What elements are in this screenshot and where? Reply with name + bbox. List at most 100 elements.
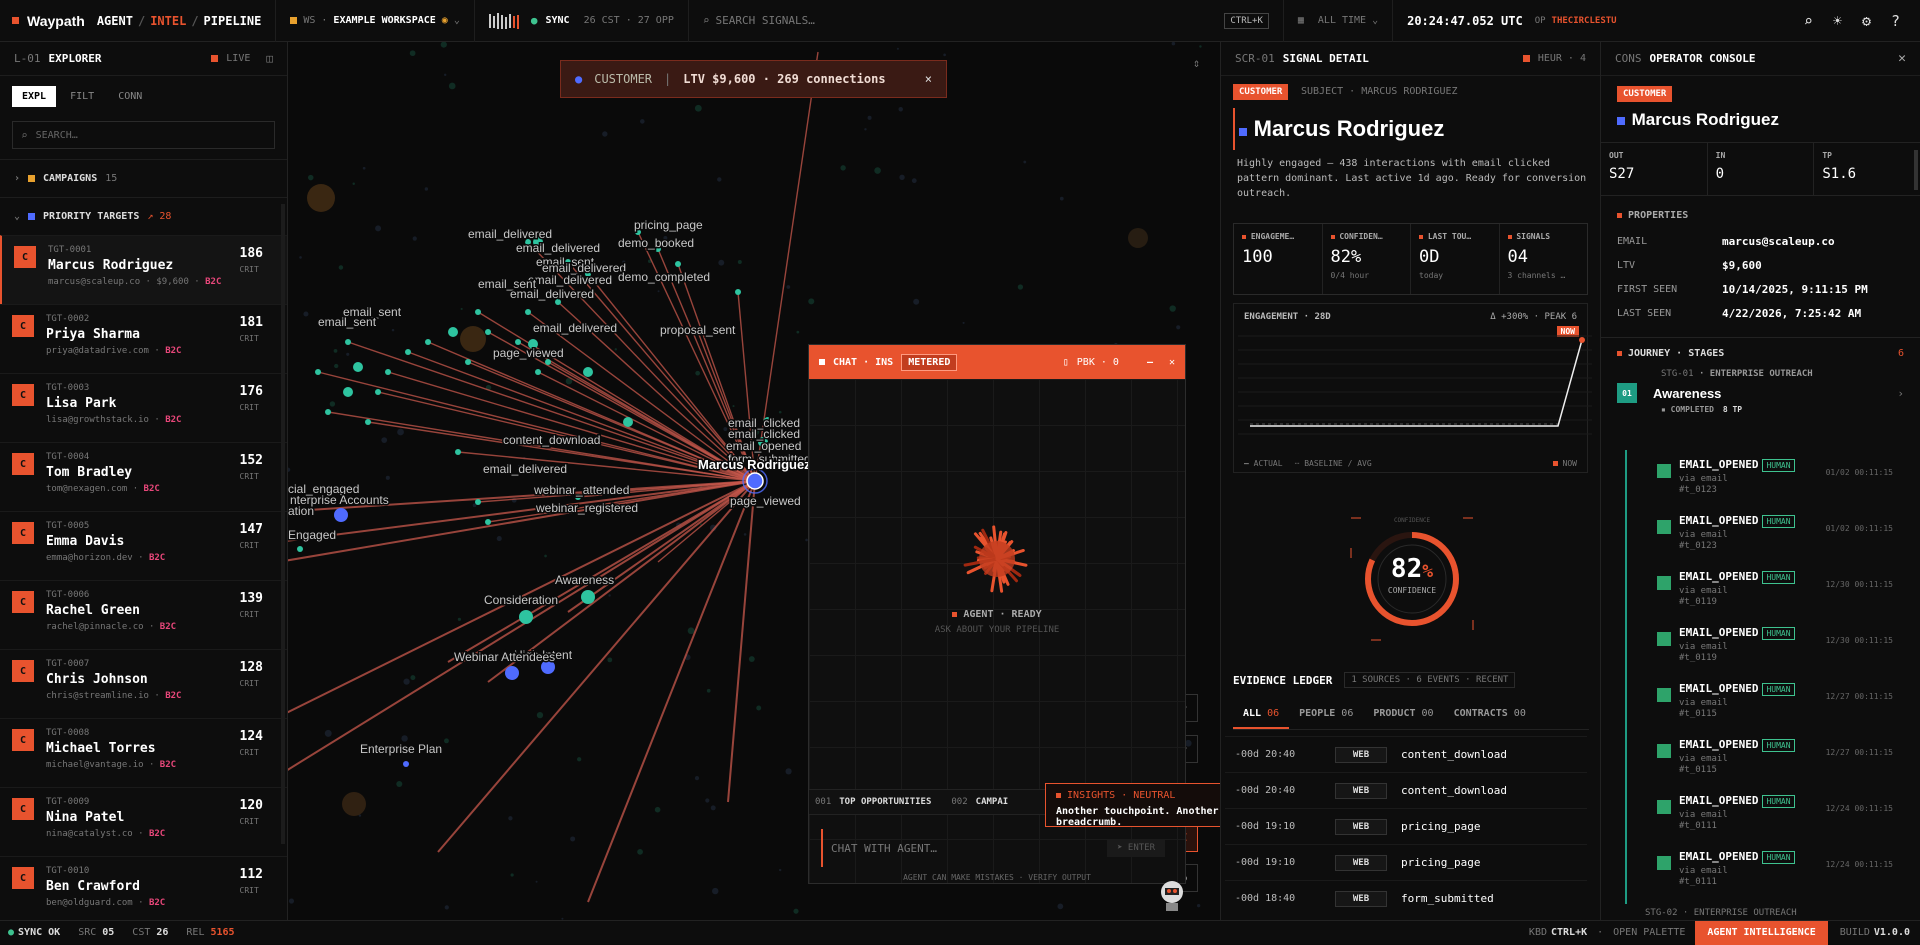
stage-node[interactable] [297,546,303,552]
graph-node[interactable] [475,309,481,315]
campaigns-section[interactable]: › CAMPAIGNS 15 [0,159,287,197]
graph-node[interactable] [583,367,593,377]
pin-icon[interactable]: ⇕ [1193,56,1200,70]
stage-event[interactable]: EMAIL_OPENED HUMAN via email #t_0119 12/30 0… [1601,618,1920,674]
chip-top-opportunities[interactable]: TOP OPPORTUNITIES [839,797,931,807]
target-item[interactable]: C TGT-0002 Priya Sharma priya@datadrive.… [0,304,287,373]
gear-icon[interactable]: ⚙ [1862,12,1871,30]
close-icon[interactable]: ✕ [1898,51,1906,66]
center-node[interactable] [746,472,764,490]
signal-search-input[interactable]: SEARCH SIGNALS… [716,14,815,27]
target-item[interactable]: C TGT-0004 Tom Bradley tom@nexagen.com ·… [0,442,287,511]
target-item[interactable]: C TGT-0001 Marcus Rodriguez marcus@scale… [0,235,287,304]
theme-toggle-icon[interactable]: ☀ [1833,12,1842,30]
property-key: LTV [1617,259,1636,271]
journey-header[interactable]: JOURNEY · STAGES 6 [1601,337,1920,369]
stage-node[interactable] [505,666,519,680]
tab-filt[interactable]: FILT [60,86,104,107]
graph-node[interactable] [345,339,351,345]
chevron-right-icon[interactable]: › [1897,387,1904,400]
ledger-tab[interactable]: ALL 06 [1233,702,1290,729]
workspace-selector[interactable]: WS · EXAMPLE WORKSPACE ◉ ⌄ [275,0,474,42]
graph-node[interactable] [325,409,331,415]
next-stage[interactable]: STG-02 · ENTERPRISE OUTREACH [1645,908,1797,918]
open-palette-link[interactable]: OPEN PALETTE [1613,927,1685,938]
robot-avatar-icon[interactable] [1157,878,1187,912]
playbook-count[interactable]: PBK · 0 [1077,357,1119,368]
graph-node[interactable] [425,339,431,345]
explorer-search[interactable]: ⌕ SEARCH… [12,121,275,149]
help-icon[interactable]: ? [1891,12,1900,30]
breadcrumb-pipeline[interactable]: PIPELINE [204,14,262,28]
close-icon[interactable]: ✕ [1169,357,1175,368]
graph-node[interactable] [735,289,741,295]
stage-node[interactable] [519,610,533,624]
chip-campaigns[interactable]: CAMPAI [976,797,1009,807]
target-item[interactable]: C TGT-0008 Michael Torres michael@vantag… [0,718,287,787]
target-item[interactable]: C TGT-0007 Chris Johnson chris@streamlin… [0,649,287,718]
target-item[interactable]: C TGT-0005 Emma Davis emma@horizon.dev ·… [0,511,287,580]
ledger-row[interactable]: -00d 19:10 WEB pricing_page [1225,808,1587,844]
graph-node[interactable] [465,359,471,365]
target-item[interactable]: C TGT-0006 Rachel Green rachel@pinnacle.… [0,580,287,649]
stage-event[interactable]: EMAIL_OPENED HUMAN via email #t_0119 12/30 0… [1601,562,1920,618]
target-item[interactable]: C TGT-0003 Lisa Park lisa@growthstack.io… [0,373,287,442]
minimize-icon[interactable]: – [1147,357,1153,368]
priority-section[interactable]: ⌄ PRIORITY TARGETS ↗ 28 [0,197,287,235]
signal-search[interactable]: ⌕ SEARCH SIGNALS… CTRL+K [687,0,1283,42]
graph-node[interactable] [365,419,371,425]
breadcrumb-intel[interactable]: INTEL [150,14,186,28]
time-range-selector[interactable]: ▦ ALL TIME ⌄ [1282,0,1392,42]
operator-name[interactable]: THECIRCLESTU [1552,16,1617,26]
stage-event[interactable]: EMAIL_OPENED HUMAN via email #t_0111 12/24 0… [1601,842,1920,898]
search-icon[interactable]: ⌕ [1804,12,1813,30]
graph-node[interactable] [375,389,381,395]
graph-node[interactable] [485,519,491,525]
ledger-tab[interactable]: PRODUCT 00 [1363,702,1443,729]
stage-node[interactable] [403,761,409,767]
brand[interactable]: Waypath AGENT / INTEL / PIPELINE [0,13,261,29]
ledger-row[interactable]: -00d 18:40 WEB form_submitted [1225,880,1587,916]
graph-node[interactable] [623,417,633,427]
graph-node[interactable] [675,261,681,267]
graph-node[interactable] [343,387,353,397]
stage-event[interactable]: EMAIL_OPENED HUMAN via email #t_0123 01/02 0… [1601,506,1920,562]
stage-node[interactable] [581,590,595,604]
scrollbar[interactable] [1914,150,1918,190]
tab-conn[interactable]: CONN [108,86,152,107]
graph-node[interactable] [405,349,411,355]
graph-node[interactable] [385,369,391,375]
graph-node[interactable] [485,329,491,335]
chat-input[interactable]: CHAT WITH AGENT… [831,842,937,855]
graph-node[interactable] [525,309,531,315]
stage-card[interactable]: STG-01 · ENTERPRISE OUTREACH 01 Awarenes… [1601,369,1920,414]
stage-node[interactable] [334,508,348,522]
ledger-tab[interactable]: CONTRACTS 00 [1444,702,1536,729]
collapse-panel-icon[interactable]: ◫ [266,52,273,65]
breadcrumb-agent[interactable]: AGENT [97,14,133,28]
stage-event[interactable]: EMAIL_OPENED HUMAN via email #t_0115 12/27 0… [1601,730,1920,786]
graph-node[interactable] [315,369,321,375]
ledger-row[interactable]: -00d 20:40 WEB content_download [1225,772,1587,808]
graph-node[interactable] [448,327,458,337]
scrollbar[interactable] [281,204,285,844]
graph-node[interactable] [455,449,461,455]
graph-node[interactable] [535,369,541,375]
stage-event[interactable]: EMAIL_OPENED HUMAN via email #t_0111 12/24 0… [1601,786,1920,842]
stage-event[interactable]: EMAIL_OPENED HUMAN via email #t_0115 12/27 0… [1601,674,1920,730]
graph-node[interactable] [475,499,481,505]
stage-event[interactable]: EMAIL_OPENED HUMAN via email #t_0123 01/02 0… [1601,450,1920,506]
tab-expl[interactable]: EXPL [12,86,57,107]
target-item[interactable]: C TGT-0010 Ben Crawford ben@oldguard.com… [0,856,287,925]
background-node [864,128,867,131]
graph-node[interactable] [515,339,521,345]
explorer-search-input[interactable]: SEARCH… [36,130,78,141]
agent-intelligence-button[interactable]: AGENT INTELLIGENCE [1695,920,1828,945]
ledger-row[interactable]: -00d 20:40 WEB content_download [1225,736,1587,772]
ledger-tab[interactable]: PEOPLE 06 [1289,702,1363,729]
ledger-row[interactable]: -00d 19:10 WEB pricing_page [1225,844,1587,880]
close-icon[interactable]: × [925,72,932,86]
target-item[interactable]: C TGT-0009 Nina Patel nina@catalyst.co ·… [0,787,287,856]
send-button[interactable]: ➤ ENTER [1107,839,1165,857]
graph-node[interactable] [353,362,363,372]
